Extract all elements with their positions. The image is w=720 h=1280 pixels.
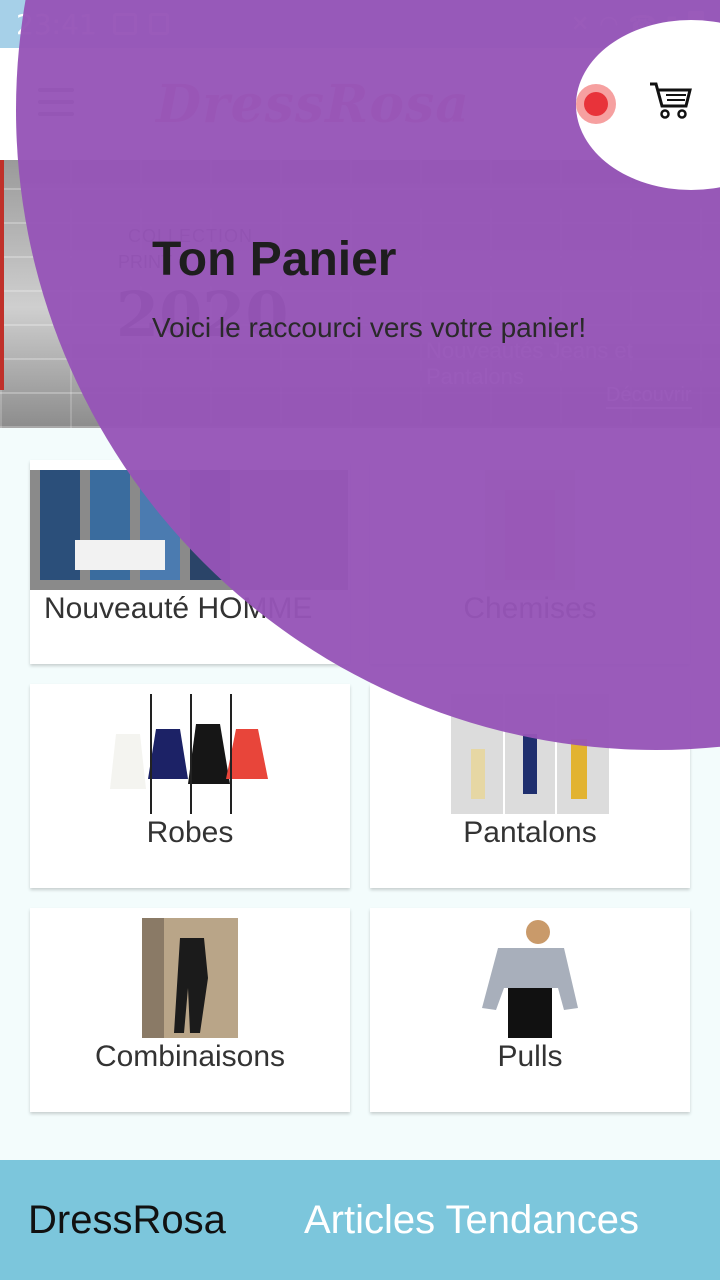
banner-collection-line1: COLLECTION — [128, 226, 254, 246]
cart-icon[interactable] — [648, 80, 692, 120]
category-image — [478, 918, 582, 1038]
category-label: Nouveauté HOMME — [44, 592, 313, 625]
banner-collection-line2: PRINT — [118, 252, 172, 272]
category-label: Robes — [146, 816, 234, 849]
category-label: Combinaisons — [94, 1040, 286, 1073]
category-card-pantalons[interactable]: Pantalons — [370, 684, 690, 888]
banner-subtitle: Nouveautés Jeans et Pantalons — [426, 338, 633, 389]
category-image — [451, 694, 609, 814]
app-bar: DressRosa — [0, 48, 720, 160]
category-image — [30, 470, 348, 590]
mute-icon: ✕ — [570, 11, 590, 36]
category-card-combinaisons[interactable]: Combinaisons — [30, 908, 350, 1112]
wifi-icon: ◠ — [599, 11, 619, 36]
app-logo: DressRosa — [156, 74, 470, 135]
promo-banner[interactable]: COLLECTION PRINT 2020 Nouveautés Jeans e… — [0, 160, 720, 428]
tab-articles-tendances[interactable]: Articles Tendances — [304, 1198, 639, 1243]
clock-icon — [148, 13, 169, 35]
category-card-chemises[interactable]: Chemises — [370, 460, 690, 664]
banner-year: 2020 — [116, 278, 289, 351]
category-label: Pantalons — [463, 816, 597, 849]
battery-icon — [688, 11, 704, 37]
category-card-robes[interactable]: Robes — [30, 684, 350, 888]
category-card-nouveaute-homme[interactable]: Nouveauté HOMME — [30, 460, 350, 664]
category-label: Pulls — [497, 1040, 563, 1073]
status-bar: 23:41 ✕ ◠ ☎ ▮ — [0, 0, 720, 48]
tab-dressrosa[interactable]: DressRosa — [28, 1198, 226, 1243]
menu-icon[interactable] — [38, 88, 74, 116]
banner-discover-button[interactable]: Découvrir — [606, 384, 692, 409]
category-image — [108, 694, 272, 814]
status-time: 23:41 — [16, 7, 97, 41]
category-card-pulls[interactable]: Pulls — [370, 908, 690, 1112]
bottom-tab-bar: DressRosa Articles Tendances — [0, 1160, 720, 1280]
category-image — [485, 470, 575, 590]
category-label: Chemises — [463, 592, 597, 625]
call-icon: ☎ — [628, 11, 656, 36]
image-icon — [112, 13, 137, 35]
signal-icon: ▮ — [665, 11, 678, 36]
category-image — [142, 918, 238, 1038]
